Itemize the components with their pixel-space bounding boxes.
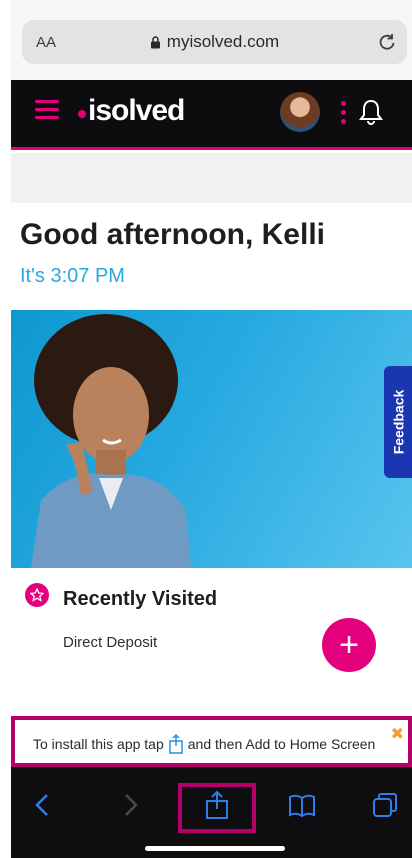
reload-icon[interactable]	[377, 32, 397, 52]
user-avatar[interactable]	[280, 92, 320, 132]
bell-icon[interactable]	[358, 98, 384, 126]
hero-photo	[31, 314, 191, 568]
header-spacer	[11, 153, 412, 203]
feedback-label: Feedback	[390, 389, 406, 455]
install-text-after: and then Add to Home Screen	[187, 736, 376, 752]
recently-visited-item[interactable]: Direct Deposit	[63, 634, 157, 651]
url-text: myisolved.com	[166, 32, 280, 51]
close-banner-button[interactable]: ✖	[391, 724, 404, 744]
hero-banner	[11, 310, 412, 568]
hamburger-menu-icon[interactable]	[35, 100, 59, 120]
app-header: isolved	[11, 80, 412, 150]
tabs-icon[interactable]	[370, 790, 400, 820]
more-options-icon[interactable]	[341, 101, 347, 125]
install-app-banner: To install this app tap and then Add to …	[11, 716, 412, 767]
bookmarks-icon[interactable]	[287, 790, 317, 820]
forward-icon[interactable]	[115, 790, 145, 820]
recently-visited-title: Recently Visited	[63, 588, 218, 610]
share-icon	[169, 734, 183, 754]
star-icon	[25, 583, 49, 607]
lock-icon	[150, 35, 160, 48]
back-icon[interactable]	[28, 790, 58, 820]
url-display[interactable]: myisolved.com	[22, 32, 407, 52]
isolved-logo[interactable]: isolved	[78, 94, 185, 128]
page-title: Good afternoon, Kelli	[20, 218, 325, 251]
install-text-before: To install this app tap	[33, 736, 164, 752]
address-bar[interactable]: AA myisolved.com	[22, 20, 407, 64]
add-button[interactable]: +	[322, 618, 376, 672]
install-instructions: To install this app tap and then Add to …	[33, 734, 375, 754]
feedback-tab[interactable]: Feedback	[384, 366, 412, 478]
current-time: It's 3:07 PM	[20, 265, 125, 287]
share-icon[interactable]	[202, 790, 232, 820]
home-indicator	[145, 846, 285, 851]
